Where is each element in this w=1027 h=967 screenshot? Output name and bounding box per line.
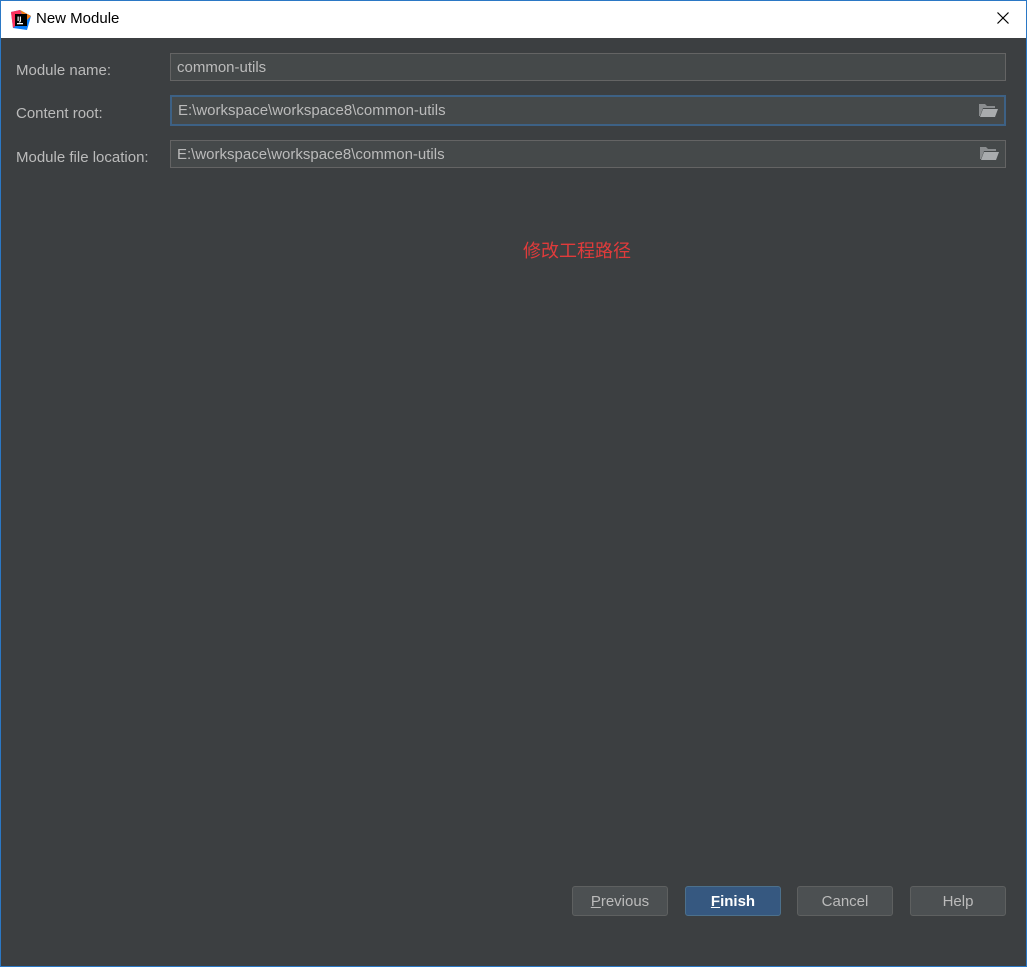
previous-label: revious [600, 892, 650, 910]
window-title: New Module [36, 10, 120, 27]
finish-mnemonic: F [710, 892, 721, 910]
content-root-browse-button[interactable] [978, 102, 1000, 120]
module-name-input[interactable] [171, 54, 961, 80]
module-name-field[interactable] [170, 53, 1006, 81]
finish-label: inish [720, 892, 756, 910]
previous-mnemonic: P [590, 892, 601, 910]
help-button[interactable]: Help [910, 886, 1006, 916]
svg-text:IJ: IJ [17, 16, 21, 23]
module-file-location-field[interactable] [170, 140, 1006, 168]
module-file-location-input[interactable] [171, 141, 961, 167]
new-module-dialog: IJ New Module Module name: Content root: [0, 0, 1027, 967]
close-icon [997, 11, 1009, 29]
close-button[interactable] [980, 1, 1026, 38]
content-root-field[interactable] [170, 95, 1006, 126]
module-name-label: Module name: [16, 62, 112, 79]
folder-open-icon [979, 104, 998, 117]
folder-open-icon [980, 147, 999, 160]
dialog-content: Module name: Content root: Module file l… [1, 38, 1026, 966]
intellij-idea-icon: IJ [11, 10, 31, 30]
annotation-text: 修改工程路径 [523, 241, 631, 262]
module-file-location-label: Module file location: [16, 149, 149, 166]
content-root-input[interactable] [172, 97, 962, 124]
finish-button[interactable]: Finish [685, 886, 781, 916]
cancel-button[interactable]: Cancel [797, 886, 893, 916]
title-bar: IJ New Module [1, 1, 1026, 38]
content-root-label: Content root: [16, 105, 103, 122]
previous-button[interactable]: Previous [572, 886, 668, 916]
module-file-location-browse-button[interactable] [979, 145, 1001, 163]
